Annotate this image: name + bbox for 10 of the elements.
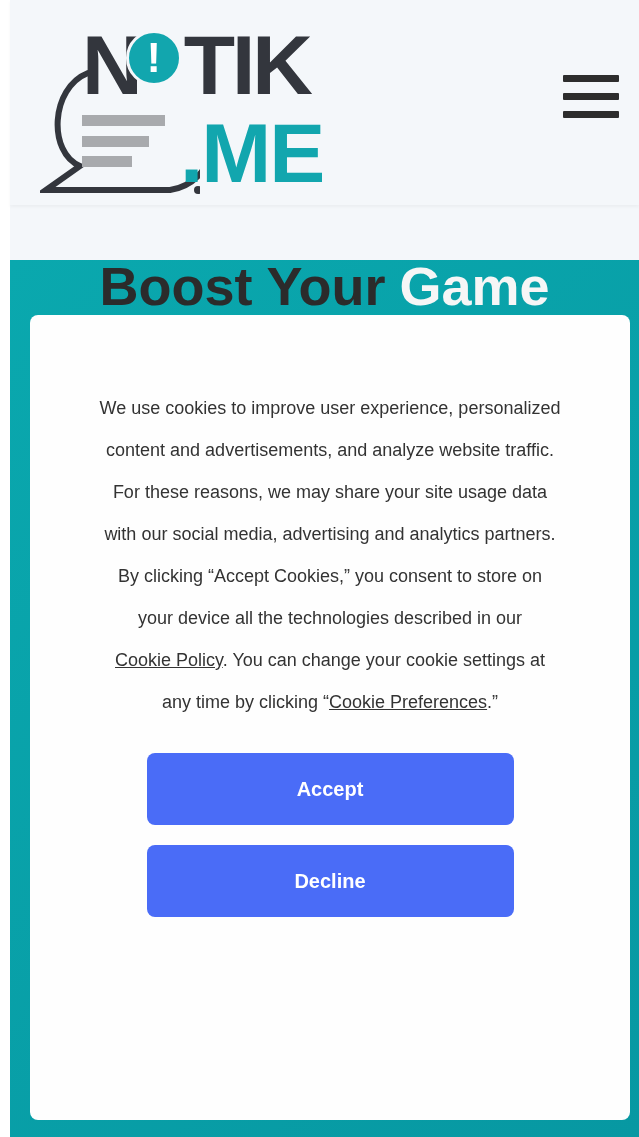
logo-suffix: .ME: [180, 117, 324, 188]
decline-button[interactable]: Decline: [146, 845, 514, 917]
cookie-link[interactable]: Cookie Policy: [115, 650, 223, 670]
accept-button[interactable]: Accept: [146, 753, 514, 825]
hero-headline: Boost Your Game: [99, 260, 550, 312]
logo-wordmark: TIK: [183, 29, 310, 100]
text-lines-icon: [82, 114, 167, 170]
cookie-link[interactable]: Cookie Preferences: [329, 692, 488, 712]
menu-icon[interactable]: [563, 72, 619, 121]
cookie-message: We use cookies to improve user experience, personalized content and advertisements, and analyze website traffic. For these reasons, we may share your site usage data with our social media, advertising and analytics partners. By clicking “Accept Cookies,” you consent to store on your device all the technologies described in our Cookie Policy. You can change your cookie settings at any time by clicking “Cookie Preferences.”: [99, 397, 561, 714]
